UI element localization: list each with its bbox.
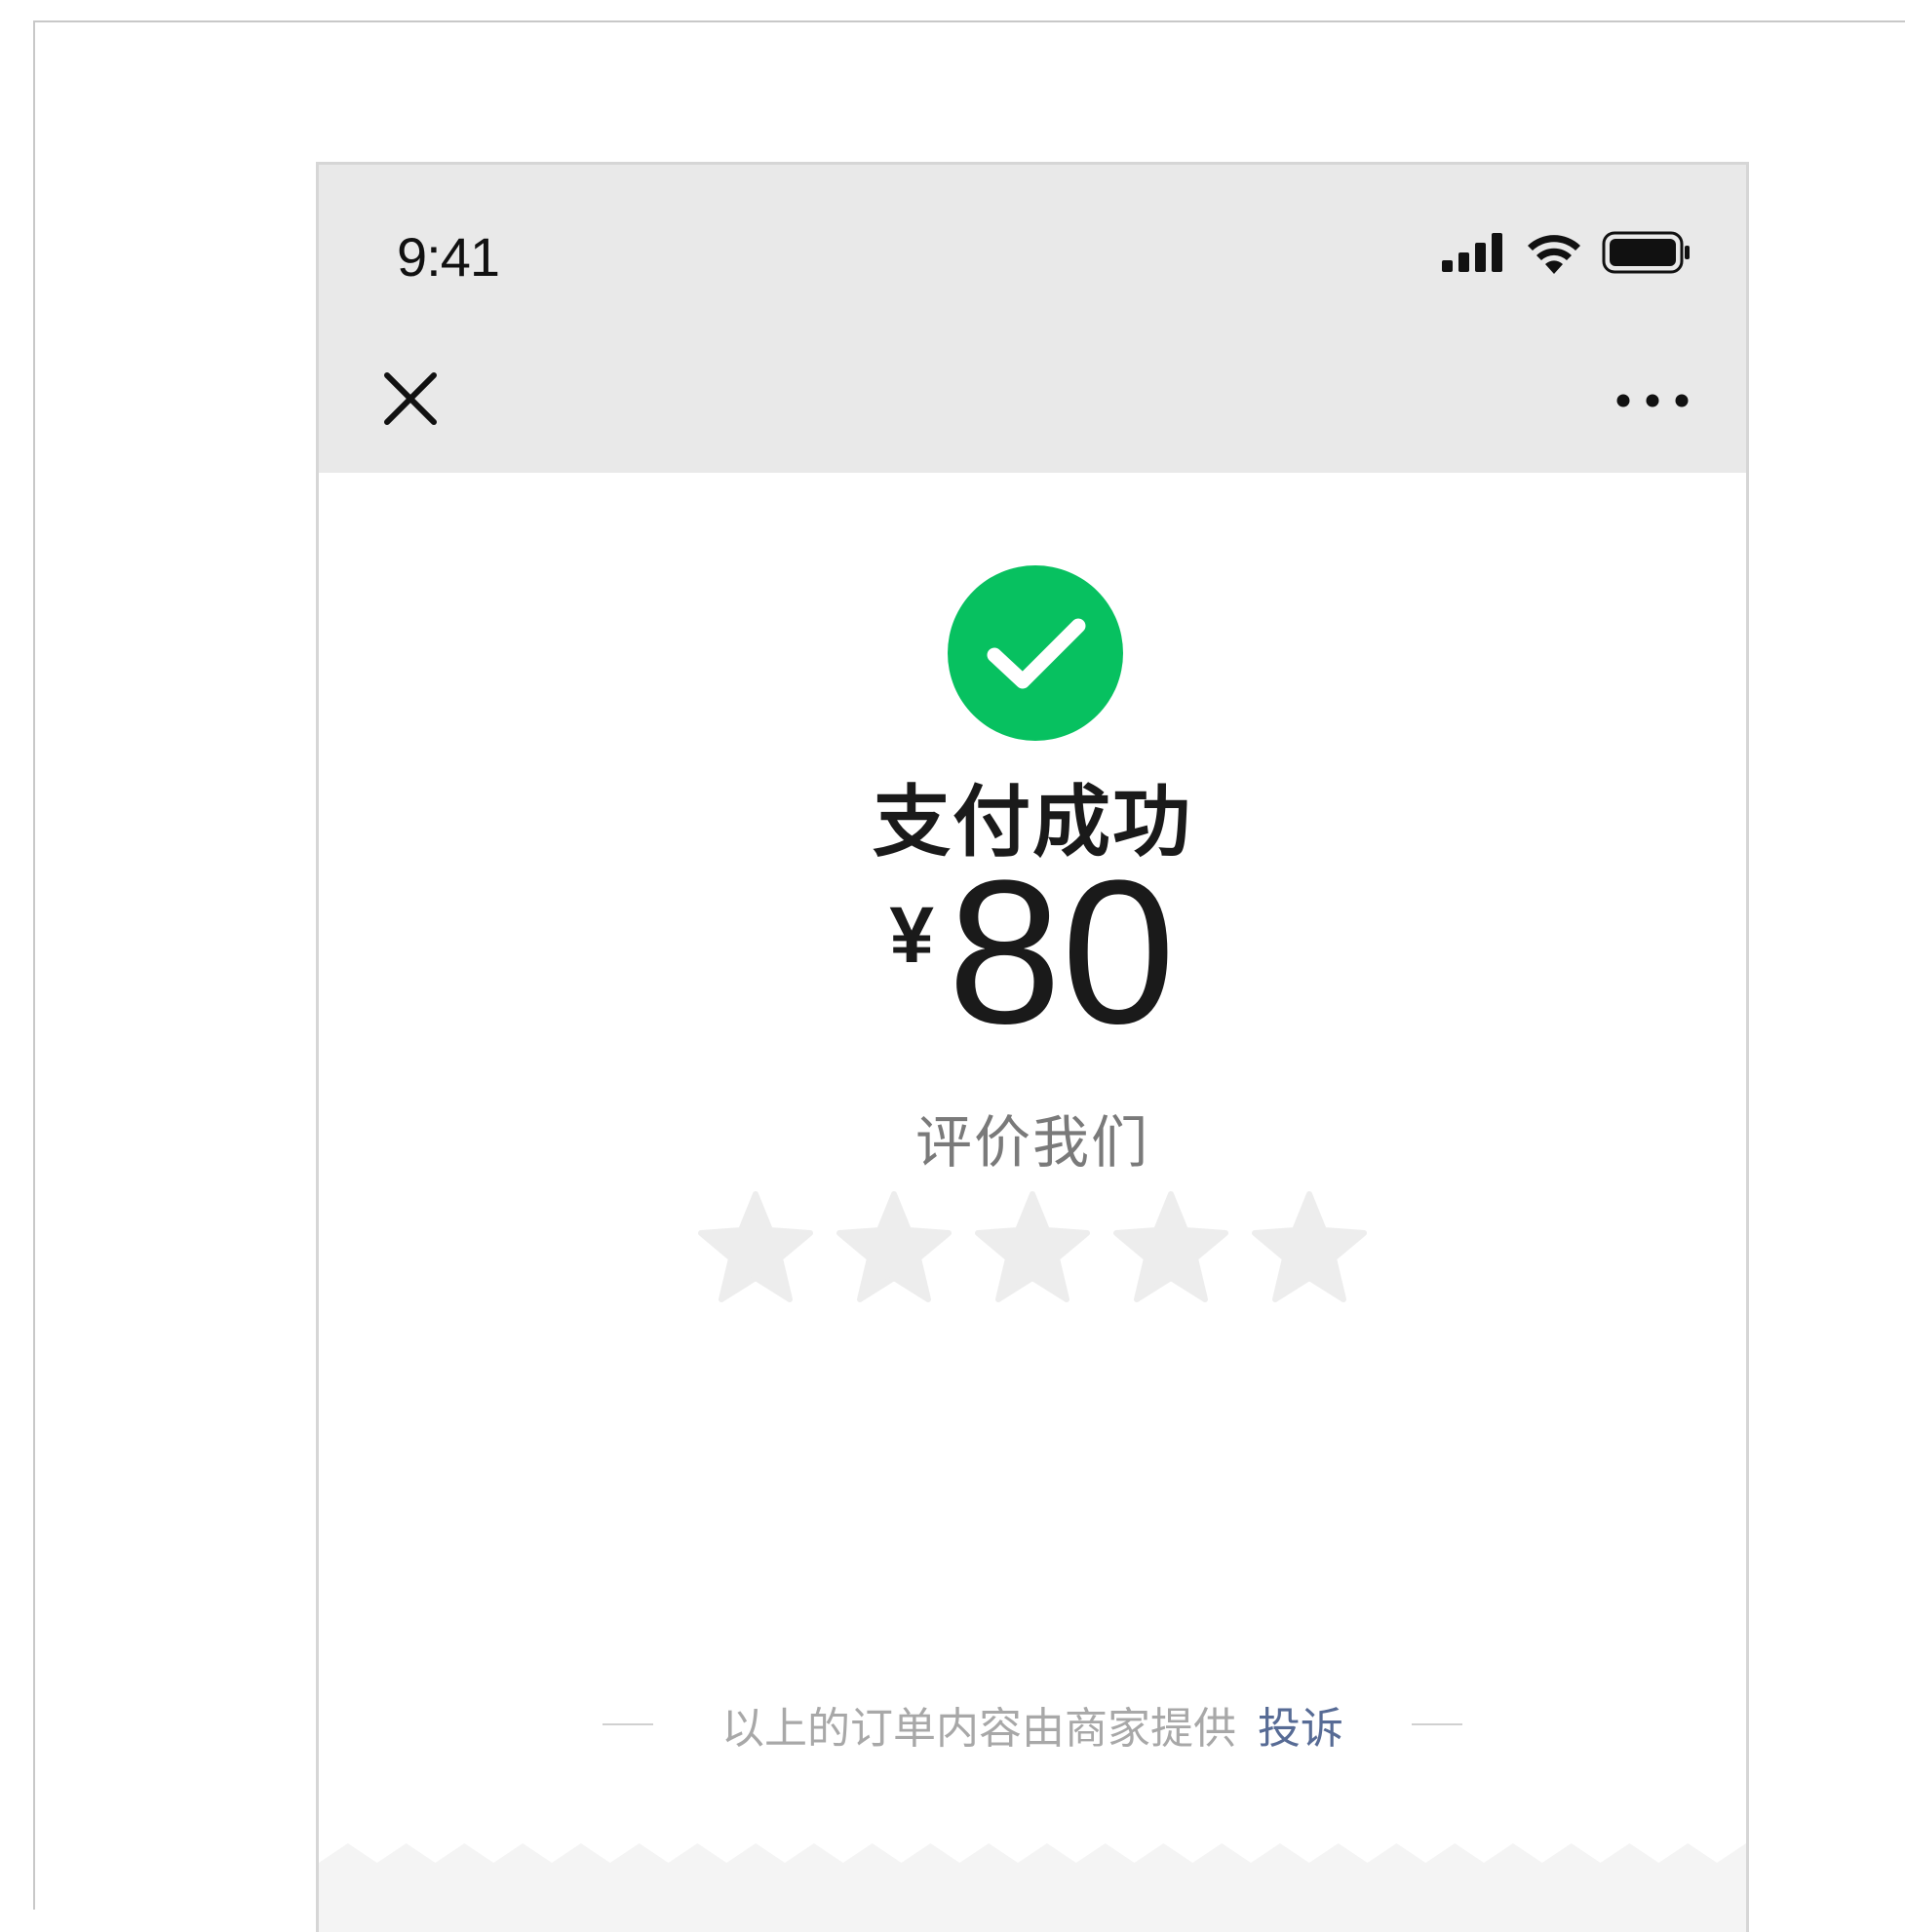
- star-icon-4[interactable]: [1111, 1190, 1230, 1305]
- receipt-zigzag-edge: [319, 1843, 1746, 1932]
- success-check-icon: [948, 565, 1123, 741]
- payment-amount: ¥ 80: [319, 837, 1746, 1066]
- merchant-note: 以上的订单内容由商家提供 投诉: [319, 1693, 1746, 1756]
- star-icon-1[interactable]: [696, 1190, 815, 1305]
- merchant-note-text: 以上的订单内容由商家提供: [721, 1704, 1236, 1754]
- divider-right: [1412, 1723, 1462, 1725]
- amount-value: 80: [948, 837, 1176, 1066]
- close-icon[interactable]: [381, 369, 440, 428]
- top-bar: 9:41: [319, 165, 1746, 473]
- signal-icon: [1442, 233, 1502, 272]
- rating-label: 评价我们: [914, 1109, 1149, 1176]
- status-time: 9:41: [397, 226, 500, 288]
- wifi-icon: [1528, 235, 1580, 274]
- star-icon-5[interactable]: [1250, 1190, 1369, 1305]
- complain-link[interactable]: 投诉: [1258, 1693, 1343, 1756]
- currency-symbol: ¥: [889, 891, 934, 980]
- battery-icon: [1602, 231, 1690, 274]
- rating-stars: [319, 1190, 1746, 1305]
- more-icon[interactable]: [1613, 391, 1691, 410]
- star-icon-2[interactable]: [835, 1190, 953, 1305]
- screen-frame: 9:41 支付成功 ¥ 80 评价我们 以上的订单内容由商家提供 投诉: [33, 20, 1905, 1932]
- phone-screen: 9:41 支付成功 ¥ 80 评价我们 以上的订单内容由商家提供 投诉: [316, 162, 1749, 1932]
- status-icons: [1442, 231, 1691, 274]
- divider-left: [603, 1723, 653, 1725]
- star-icon-3[interactable]: [973, 1190, 1092, 1305]
